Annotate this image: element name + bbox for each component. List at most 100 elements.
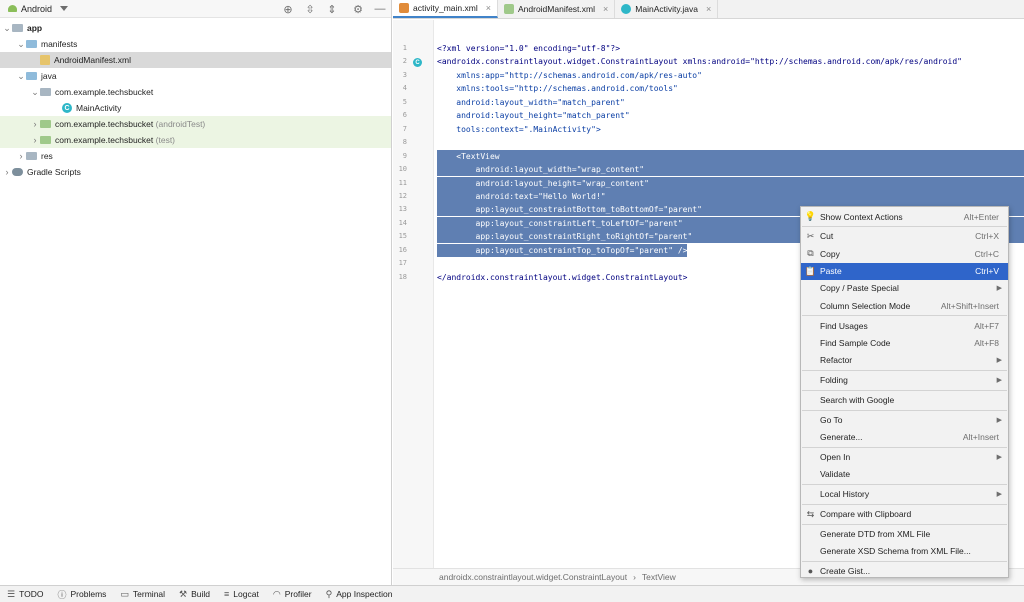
menu-item-compare-with-clipboard[interactable]: ⇆ Compare with Clipboard: [801, 506, 1008, 523]
profiler-button[interactable]: ◠ Profiler: [266, 586, 319, 602]
select-opened-file-button[interactable]: ⊕: [277, 0, 299, 18]
java-class-icon: C: [62, 103, 72, 113]
chevron-right-icon[interactable]: ›: [2, 167, 12, 177]
tree-item-manifests[interactable]: ⌄ manifests: [0, 36, 391, 52]
menu-item-copy-paste-special[interactable]: Copy / Paste Special ▶: [801, 280, 1008, 297]
logcat-icon: ≡: [224, 589, 230, 599]
menu-item-shortcut: Ctrl+X: [975, 231, 999, 242]
menu-item-open-in[interactable]: Open In ▶: [801, 449, 1008, 466]
menu-item-generate[interactable]: Generate... Alt+Insert: [801, 429, 1008, 446]
tree-item-label: com.example.techsbucket: [55, 119, 154, 129]
tree-item-package-android-test[interactable]: › com.example.techsbucket (androidTest): [0, 116, 391, 132]
hide-panel-button[interactable]: —: [369, 0, 391, 18]
menu-item-copy[interactable]: ⧉ Copy Ctrl+C: [801, 245, 1008, 262]
breadcrumb-separator-icon: ›: [633, 572, 636, 582]
tree-item-java[interactable]: ⌄ java: [0, 68, 391, 84]
submenu-arrow-icon: ▶: [996, 491, 1002, 499]
line-number: 15: [398, 232, 407, 241]
menu-item-label: Create Gist...: [820, 566, 871, 577]
menu-item-folding[interactable]: Folding ▶: [801, 372, 1008, 389]
chevron-down-icon[interactable]: ⌄: [30, 87, 40, 98]
menu-item-generate-xsd-schema-from-xml-file[interactable]: Generate XSD Schema from XML File...: [801, 543, 1008, 560]
class-reference-icon[interactable]: C: [413, 58, 422, 67]
tool-window-label: Build: [191, 589, 211, 599]
todo-button[interactable]: ☰ TODO: [0, 586, 50, 602]
tree-item-package-test[interactable]: › com.example.techsbucket (test): [0, 132, 391, 148]
menu-item-show-context-actions[interactable]: 💡 Show Context Actions Alt+Enter: [801, 208, 1008, 225]
menu-item-label: Generate DTD from XML File: [820, 529, 931, 539]
code-line[interactable]: </androidx.constraintlayout.widget.Const…: [437, 271, 687, 284]
project-view-selector[interactable]: Android: [8, 4, 69, 14]
menu-item-label: Go To: [820, 414, 843, 425]
menu-item-generate-dtd-from-xml-file[interactable]: Generate DTD from XML File: [801, 526, 1008, 543]
chevron-right-icon[interactable]: ›: [30, 119, 40, 129]
tree-item-label: manifests: [41, 39, 78, 49]
code-line[interactable]: android:text="Hello World!": [437, 189, 1024, 203]
options-button[interactable]: ⚙: [347, 0, 369, 18]
close-icon[interactable]: ×: [486, 3, 491, 13]
code-line[interactable]: android:layout_height="match_parent": [437, 109, 629, 122]
breadcrumb-item[interactable]: TextView: [642, 572, 676, 582]
code-line[interactable]: <androidx.constraintlayout.widget.Constr…: [437, 55, 962, 68]
tree-item-android-manifest[interactable]: AndroidManifest.xml: [0, 52, 391, 68]
tree-item-package-main[interactable]: ⌄ com.example.techsbucket: [0, 84, 391, 100]
menu-item-column-selection-mode[interactable]: Column Selection Mode Alt+Shift+Insert: [801, 297, 1008, 314]
tree-item-app[interactable]: ⌄ app: [0, 20, 391, 36]
menu-item-find-sample-code[interactable]: Find Sample Code Alt+F8: [801, 334, 1008, 351]
info-icon: ⓘ: [57, 589, 67, 600]
app-inspection-button[interactable]: ⚲ App Inspection: [319, 586, 400, 602]
code-line[interactable]: <?xml version="1.0" encoding="utf-8"?>: [437, 42, 620, 55]
code-line[interactable]: xmlns:app="http://schemas.android.com/ap…: [437, 69, 702, 82]
menu-item-label: Column Selection Mode: [820, 300, 911, 311]
code-line[interactable]: android:layout_height="wrap_content": [437, 176, 1024, 190]
menu-item-shortcut: Alt+F7: [974, 320, 999, 331]
terminal-button[interactable]: ▭ Terminal: [113, 586, 172, 602]
code-line[interactable]: android:layout_width="match_parent": [437, 96, 625, 109]
logcat-button[interactable]: ≡ Logcat: [217, 586, 266, 602]
code-line[interactable]: <TextView: [437, 149, 1024, 163]
tool-window-bar: ☰ TODO ⓘ Problems ▭ Terminal ⚒ Build ≡ Logcat…: [0, 585, 1024, 602]
chevron-right-icon[interactable]: ›: [16, 151, 26, 161]
build-button[interactable]: ⚒ Build: [172, 586, 217, 602]
code-line[interactable]: android:layout_width="wrap_content": [437, 163, 1024, 177]
xml-layout-icon: [399, 3, 409, 13]
tree-item-main-activity[interactable]: C MainActivity: [0, 100, 391, 116]
code-line[interactable]: tools:context=".MainActivity">: [437, 123, 601, 136]
collapse-all-icon: ⇕: [327, 3, 337, 16]
tree-item-gradle-scripts[interactable]: › Gradle Scripts: [0, 164, 391, 180]
tool-window-label: Problems: [70, 589, 107, 599]
bulb-icon: 💡: [804, 211, 817, 221]
menu-item-create-gist[interactable]: ● Create Gist...: [801, 563, 1008, 580]
expand-all-button[interactable]: ⇳: [299, 0, 321, 18]
tab-activity-main-xml[interactable]: activity_main.xml ×: [393, 0, 498, 18]
close-icon[interactable]: ×: [603, 4, 608, 14]
menu-item-local-history[interactable]: Local History ▶: [801, 486, 1008, 503]
line-number-gutter: C 1 2 3 4 5 6 7 8 9 10 11 12 13 14 15 16 17 18: [393, 20, 434, 568]
breadcrumb-item[interactable]: androidx.constraintlayout.widget.Constra…: [439, 572, 627, 582]
close-icon[interactable]: ×: [706, 4, 711, 14]
problems-button[interactable]: ⓘ Problems: [50, 586, 113, 602]
collapse-all-button[interactable]: ⇕: [321, 0, 343, 18]
java-class-icon: [621, 4, 632, 14]
menu-item-validate[interactable]: Validate: [801, 466, 1008, 483]
chevron-down-icon[interactable]: ⌄: [16, 71, 26, 82]
chevron-down-icon[interactable]: ⌄: [16, 39, 26, 50]
chevron-down-icon[interactable]: ⌄: [2, 23, 12, 34]
tree-item-label: AndroidManifest.xml: [54, 55, 132, 65]
menu-item-search-with-google[interactable]: Search with Google: [801, 391, 1008, 408]
code-line[interactable]: app:layout_constraintTop_toTopOf="parent…: [437, 243, 688, 257]
menu-item-find-usages[interactable]: Find Usages Alt+F7: [801, 317, 1008, 334]
menu-item-go-to[interactable]: Go To ▶: [801, 411, 1008, 428]
menu-item-cut[interactable]: ✂ Cut Ctrl+X: [801, 228, 1008, 245]
package-icon: [40, 88, 51, 96]
tool-window-label: App Inspection: [336, 589, 393, 599]
line-number: 8: [402, 138, 407, 147]
menu-item-refactor[interactable]: Refactor ▶: [801, 352, 1008, 369]
tree-item-res[interactable]: › res: [0, 148, 391, 164]
code-line[interactable]: xmlns:tools="http://schemas.android.com/…: [437, 82, 678, 95]
chevron-right-icon[interactable]: ›: [30, 135, 40, 145]
tab-android-manifest[interactable]: AndroidManifest.xml ×: [498, 0, 616, 18]
tab-main-activity-java[interactable]: MainActivity.java ×: [615, 0, 719, 18]
tree-item-label: app: [27, 23, 43, 33]
menu-item-paste[interactable]: 📋 Paste Ctrl+V: [801, 262, 1008, 280]
